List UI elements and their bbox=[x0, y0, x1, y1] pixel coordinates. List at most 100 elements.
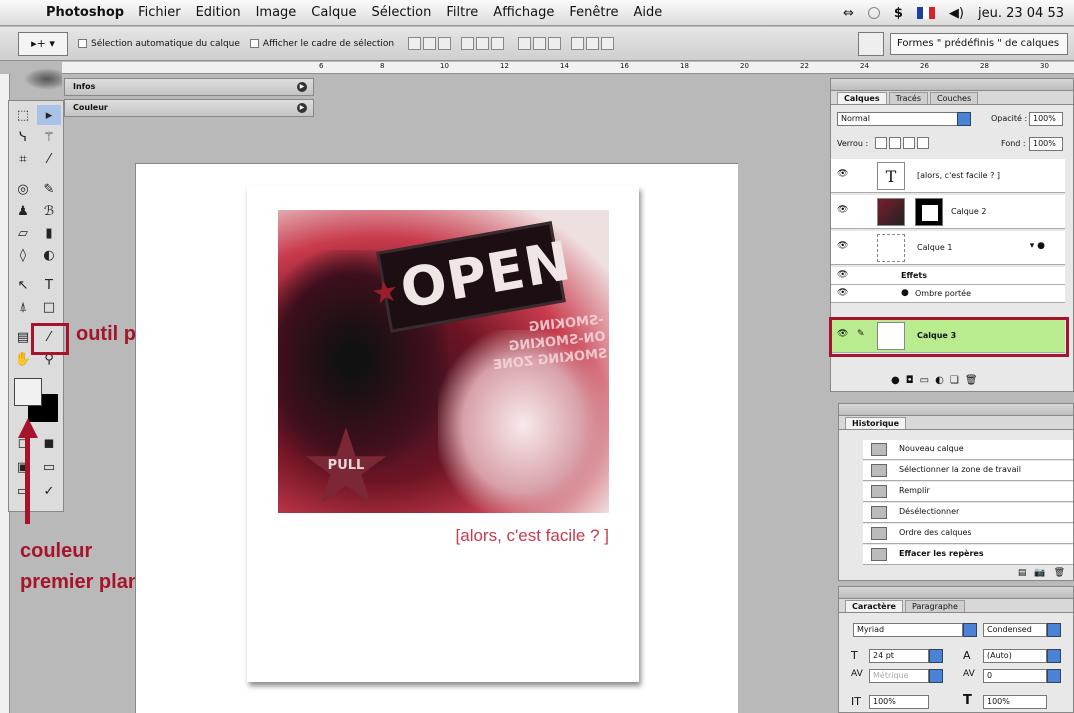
lock-all-icon[interactable] bbox=[917, 137, 929, 149]
new-layer-icon[interactable]: ❏ bbox=[950, 375, 959, 386]
french-flag-icon[interactable] bbox=[916, 7, 935, 19]
move-tool-preset-icon[interactable]: ▸+ ▾ bbox=[18, 31, 68, 56]
panel-menu-icon[interactable]: ▶ bbox=[297, 82, 307, 92]
lasso-tool-icon[interactable]: ᓭ bbox=[11, 127, 35, 147]
align-bottom-icon[interactable] bbox=[438, 37, 452, 50]
history-item[interactable]: Nouveau calque bbox=[863, 440, 1073, 460]
presets-field[interactable]: Formes " prédéfinis " de calques bbox=[890, 33, 1068, 55]
eye-icon[interactable]: 👁 bbox=[837, 241, 849, 251]
history-item[interactable]: Remplir bbox=[863, 482, 1073, 502]
menu-aide[interactable]: Aide bbox=[634, 5, 663, 20]
tab-couches[interactable]: Couches bbox=[930, 92, 979, 104]
distribute-right-icon[interactable] bbox=[601, 37, 615, 50]
slice-tool-icon[interactable]: ⁄ bbox=[37, 149, 61, 169]
menu-filtre[interactable]: Filtre bbox=[446, 5, 478, 20]
infos-panel[interactable]: Infos ▶ bbox=[64, 78, 314, 96]
chevron-down-icon[interactable] bbox=[1047, 649, 1061, 663]
new-group-icon[interactable]: ▭ bbox=[920, 375, 929, 386]
new-document-icon[interactable]: ▤ bbox=[1018, 568, 1027, 578]
imageready-jump-icon[interactable]: ▭ bbox=[11, 481, 35, 501]
chevron-down-icon[interactable] bbox=[963, 623, 977, 637]
align-middle-icon[interactable] bbox=[423, 37, 437, 50]
volume-icon[interactable]: ◀) bbox=[949, 6, 964, 21]
eye-icon[interactable]: 👁 bbox=[837, 288, 849, 298]
show-bbox-checkbox[interactable] bbox=[249, 39, 259, 48]
tab-historique[interactable]: Historique bbox=[845, 417, 907, 429]
chevron-down-icon[interactable] bbox=[1047, 669, 1061, 683]
chevron-down-icon[interactable] bbox=[929, 649, 943, 663]
clock[interactable]: jeu. 23 04 53 bbox=[978, 6, 1064, 21]
align-center-icon[interactable] bbox=[476, 37, 490, 50]
eraser-tool-icon[interactable]: ▱ bbox=[11, 223, 35, 243]
leading-input[interactable]: (Auto) bbox=[983, 649, 1047, 663]
distribute-bottom-icon[interactable] bbox=[548, 37, 562, 50]
jump-arrow-icon[interactable]: ✓ bbox=[37, 481, 61, 501]
font-style-select[interactable]: Condensed bbox=[983, 623, 1047, 637]
currency-icon[interactable]: $ bbox=[894, 6, 903, 21]
full-screen-mode-icon[interactable]: ▭ bbox=[37, 457, 61, 477]
healing-brush-tool-icon[interactable]: ◎ bbox=[11, 179, 35, 199]
distribute-top-icon[interactable] bbox=[518, 37, 532, 50]
menu-fenetre[interactable]: Fenêtre bbox=[569, 5, 618, 20]
sync-icon[interactable]: ⇔ bbox=[843, 6, 854, 21]
magic-wand-tool-icon[interactable]: ⚚ bbox=[37, 127, 61, 147]
menu-selection[interactable]: Sélection bbox=[371, 5, 431, 20]
distribute-center-icon[interactable] bbox=[586, 37, 600, 50]
photoshop-feather-icon[interactable] bbox=[24, 68, 62, 90]
auto-select-checkbox[interactable] bbox=[78, 39, 87, 48]
blur-tool-icon[interactable]: ◊ bbox=[11, 245, 35, 265]
palette-well-icon[interactable] bbox=[858, 32, 884, 56]
menu-affichage[interactable]: Affichage bbox=[493, 5, 554, 20]
kerning-input[interactable]: Métrique bbox=[869, 669, 929, 683]
shape-tool-icon[interactable]: □ bbox=[37, 297, 61, 317]
crop-tool-icon[interactable]: ⌗ bbox=[11, 149, 35, 169]
layer-row[interactable]: 👁 Calque 1 ▾ ● bbox=[831, 231, 1065, 265]
trash-icon[interactable]: 🗑 bbox=[1054, 568, 1065, 578]
brush-tool-icon[interactable]: ✎ bbox=[37, 179, 61, 199]
distribute-middle-icon[interactable] bbox=[533, 37, 547, 50]
menu-fichier[interactable]: Fichier bbox=[138, 5, 181, 20]
type-tool-icon[interactable]: T bbox=[37, 275, 61, 295]
fill-input[interactable]: 100% bbox=[1029, 137, 1063, 151]
menu-edition[interactable]: Edition bbox=[196, 5, 241, 20]
couleur-panel[interactable]: Couleur ▶ bbox=[64, 99, 314, 117]
tracking-input[interactable]: 0 bbox=[983, 669, 1047, 683]
tab-caractere[interactable]: Caractère bbox=[845, 600, 903, 612]
vertical-scale-input[interactable]: 100% bbox=[869, 695, 929, 709]
history-item[interactable]: Désélectionner bbox=[863, 503, 1073, 523]
eye-icon[interactable]: 👁 bbox=[837, 169, 849, 179]
snapshot-icon[interactable]: 📷 bbox=[1034, 568, 1045, 578]
lock-transparency-icon[interactable] bbox=[875, 137, 887, 149]
app-menu[interactable]: Photoshop bbox=[46, 5, 124, 20]
lock-position-icon[interactable] bbox=[903, 137, 915, 149]
trash-icon[interactable]: 🗑 bbox=[965, 375, 978, 386]
history-item-selected[interactable]: Effacer les repères bbox=[863, 545, 1073, 565]
screen-mode-icon[interactable]: ▣ bbox=[11, 457, 35, 477]
lock-pixels-icon[interactable] bbox=[889, 137, 901, 149]
tab-calques[interactable]: Calques bbox=[837, 92, 887, 104]
gradient-tool-icon[interactable]: ▮ bbox=[37, 223, 61, 243]
history-brush-tool-icon[interactable]: ℬ bbox=[37, 201, 61, 221]
tab-paragraphe[interactable]: Paragraphe bbox=[904, 600, 965, 612]
clone-stamp-tool-icon[interactable]: ♟ bbox=[11, 201, 35, 221]
distribute-left-icon[interactable] bbox=[571, 37, 585, 50]
marquee-tool-icon[interactable]: ⬚ bbox=[11, 105, 35, 125]
menu-calque[interactable]: Calque bbox=[311, 5, 356, 20]
history-item[interactable]: Ordre des calques bbox=[863, 524, 1073, 544]
layer-mask-icon[interactable]: ◘ bbox=[906, 375, 914, 386]
effects-toggle-icon[interactable]: ▾ ● bbox=[1030, 241, 1045, 251]
effects-row[interactable]: 👁 Effets bbox=[831, 267, 1065, 285]
path-selection-tool-icon[interactable]: ↖ bbox=[11, 275, 35, 295]
foreground-color-swatch[interactable] bbox=[14, 378, 42, 406]
postcard-artwork[interactable]: ★ OPEN -SMOKING ON-SMOKING SMOKING ZONE ★… bbox=[247, 186, 639, 682]
quick-mask-mode-icon[interactable]: ◼ bbox=[37, 433, 61, 453]
eye-icon[interactable]: 👁 bbox=[837, 270, 849, 280]
horizontal-scale-input[interactable]: 100% bbox=[983, 695, 1047, 709]
opacity-input[interactable]: 100% bbox=[1029, 112, 1063, 126]
chevron-down-icon[interactable] bbox=[957, 112, 971, 126]
panel-menu-icon[interactable]: ▶ bbox=[297, 103, 307, 113]
font-family-select[interactable]: Myriad bbox=[853, 623, 963, 637]
pen-tool-icon[interactable]: ⍋ bbox=[11, 297, 35, 317]
menu-image[interactable]: Image bbox=[256, 5, 297, 20]
dodge-tool-icon[interactable]: ◐ bbox=[37, 245, 61, 265]
